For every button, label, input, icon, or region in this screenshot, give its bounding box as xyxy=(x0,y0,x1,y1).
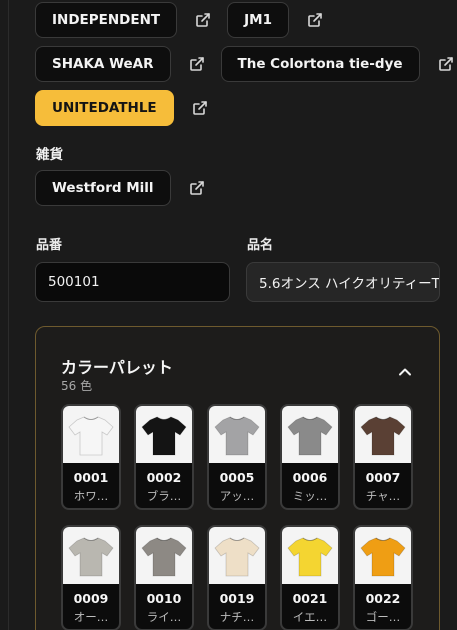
color-name: アッ… xyxy=(219,489,255,503)
color-swatch[interactable]: 0010 ライ… xyxy=(134,525,194,630)
color-code: 0006 xyxy=(292,470,328,485)
color-swatch[interactable]: 0002 ブラ… xyxy=(134,404,194,510)
brand-chip-independent[interactable]: INDEPENDENT xyxy=(35,2,178,38)
palette-count: 56 色 xyxy=(61,379,93,393)
color-code: 0002 xyxy=(146,470,182,485)
brand-chip-colortona[interactable]: The Colortona tie-dye xyxy=(220,46,420,82)
section-heading-goods: 雑貨 xyxy=(36,147,63,163)
color-code: 0010 xyxy=(146,591,182,606)
color-code: 0005 xyxy=(219,470,255,485)
color-name: ゴー… xyxy=(365,610,401,624)
color-swatch[interactable]: 0006 ミッ… xyxy=(280,404,340,510)
color-name: ナチ… xyxy=(219,610,255,624)
external-link-icon[interactable] xyxy=(189,180,205,196)
brand-chip-jm1[interactable]: JM1 xyxy=(227,2,289,38)
color-code: 0022 xyxy=(365,591,401,606)
brand-row: SHAKA WeAR The Colortona tie-dye xyxy=(35,46,457,82)
product-name-input[interactable]: 5.6オンス ハイクオリティーTシャツ xyxy=(246,262,440,302)
brand-row: UNITEDATHLE xyxy=(35,90,224,126)
brand-chip-unitedathle[interactable]: UNITEDATHLE xyxy=(35,90,174,126)
brand-chip-shaka-wear[interactable]: SHAKA WeAR xyxy=(35,46,171,82)
palette-title: カラーパレット xyxy=(61,358,173,377)
color-code: 0007 xyxy=(365,470,401,485)
color-swatch[interactable]: 0021 イエ… xyxy=(280,525,340,630)
tshirt-thumbnail xyxy=(136,406,192,463)
brand-row: INDEPENDENT JM1 xyxy=(35,2,339,38)
external-link-icon[interactable] xyxy=(438,56,454,72)
external-link-icon[interactable] xyxy=(189,56,205,72)
tshirt-thumbnail xyxy=(282,527,338,584)
tshirt-thumbnail xyxy=(136,527,192,584)
color-swatch[interactable]: 0022 ゴー… xyxy=(353,525,413,630)
tshirt-thumbnail xyxy=(282,406,338,463)
color-code: 0021 xyxy=(292,591,328,606)
color-swatch[interactable]: 0005 アッ… xyxy=(207,404,267,510)
left-divider xyxy=(8,0,9,630)
color-code: 0001 xyxy=(73,470,109,485)
brand-chip-westford-mill[interactable]: Westford Mill xyxy=(35,170,171,206)
color-name: イエ… xyxy=(292,610,328,624)
product-number-input[interactable]: 500101 xyxy=(35,262,230,302)
brand-row: Westford Mill xyxy=(35,170,221,206)
color-code: 0019 xyxy=(219,591,255,606)
external-link-icon[interactable] xyxy=(195,12,211,28)
product-number-label: 品番 xyxy=(36,238,63,253)
color-swatch[interactable]: 0019 ナチ… xyxy=(207,525,267,630)
color-name: チャ… xyxy=(365,489,401,503)
color-swatch[interactable]: 0001 ホワ… xyxy=(61,404,121,510)
color-code: 0009 xyxy=(73,591,109,606)
tshirt-thumbnail xyxy=(209,527,265,584)
external-link-icon[interactable] xyxy=(307,12,323,28)
tshirt-thumbnail xyxy=(209,406,265,463)
external-link-icon[interactable] xyxy=(192,100,208,116)
color-palette-panel: カラーパレット 56 色 0001 ホワ… 0002 ブラ… 0005 アッ… 0006 ミッ… xyxy=(35,326,440,630)
color-name: ブラ… xyxy=(146,489,182,503)
color-name: ライ… xyxy=(146,610,182,624)
chevron-up-icon[interactable] xyxy=(396,363,414,381)
color-swatch[interactable]: 0009 オー… xyxy=(61,525,121,630)
tshirt-thumbnail xyxy=(63,406,119,463)
color-name: オー… xyxy=(73,610,109,624)
tshirt-thumbnail xyxy=(63,527,119,584)
color-name: ホワ… xyxy=(73,489,109,503)
tshirt-thumbnail xyxy=(355,406,411,463)
product-name-label: 品名 xyxy=(247,238,274,253)
tshirt-thumbnail xyxy=(355,527,411,584)
color-swatch[interactable]: 0007 チャ… xyxy=(353,404,413,510)
color-name: ミッ… xyxy=(292,489,328,503)
